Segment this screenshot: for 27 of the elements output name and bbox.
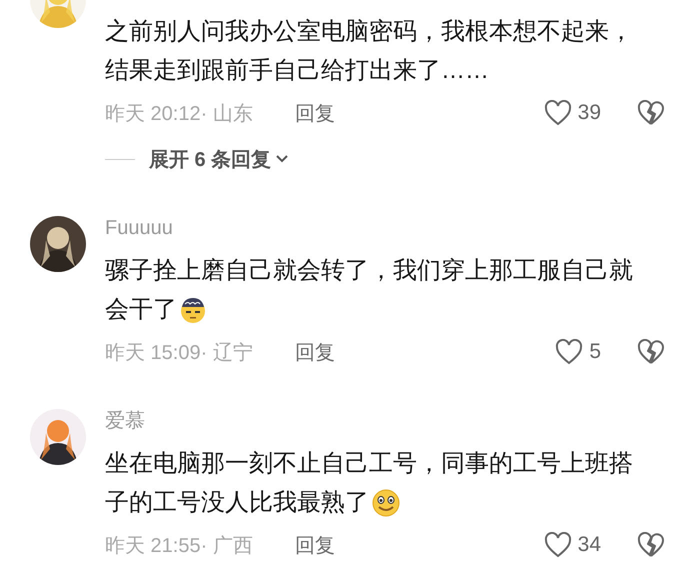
broken-heart-icon[interactable] xyxy=(637,339,665,365)
comment-text-line: 之前别人问我办公室电脑密码，我根本想不起来， xyxy=(105,17,633,47)
like-count: 5 xyxy=(589,340,601,364)
comment-time: 昨天 20:12· 山东 xyxy=(105,102,254,126)
username: 爱慕 xyxy=(105,409,145,434)
comment-text-line: 子的工号没人比我最熟了 xyxy=(105,488,369,518)
comment-text-line: 骡子拴上磨自己就会转了，我们穿上那工服自己就 xyxy=(105,256,633,286)
heart-icon[interactable] xyxy=(544,100,572,126)
like-count: 39 xyxy=(578,101,601,125)
smiling-face-emoji-icon xyxy=(371,488,401,518)
heart-icon[interactable] xyxy=(544,532,572,558)
expand-replies-button[interactable]: 展开 6 条回复 xyxy=(149,146,290,172)
reply-button[interactable]: 回复 xyxy=(295,100,335,126)
chevron-down-icon xyxy=(275,154,290,164)
broken-heart-icon[interactable] xyxy=(637,532,665,558)
comment-text-line: 会干了 xyxy=(105,295,177,325)
dizzy-face-emoji-icon xyxy=(179,296,207,324)
comment-text-line: 结果走到跟前手自己给打出来了…… xyxy=(105,56,489,86)
comment-text-line: 坐在电脑那一刻不止自己工号，同事的工号上班搭 xyxy=(105,449,633,479)
broken-heart-icon[interactable] xyxy=(637,100,665,126)
comment-time: 昨天 15:09· 辽宁 xyxy=(105,340,254,366)
comment-time: 昨天 21:55· 广西 xyxy=(105,534,254,558)
heart-icon[interactable] xyxy=(555,339,584,365)
reply-button[interactable]: 回复 xyxy=(295,338,335,366)
like-count: 34 xyxy=(578,533,601,557)
reply-button[interactable]: 回复 xyxy=(295,532,335,558)
username: Fuuuuu xyxy=(105,216,173,241)
